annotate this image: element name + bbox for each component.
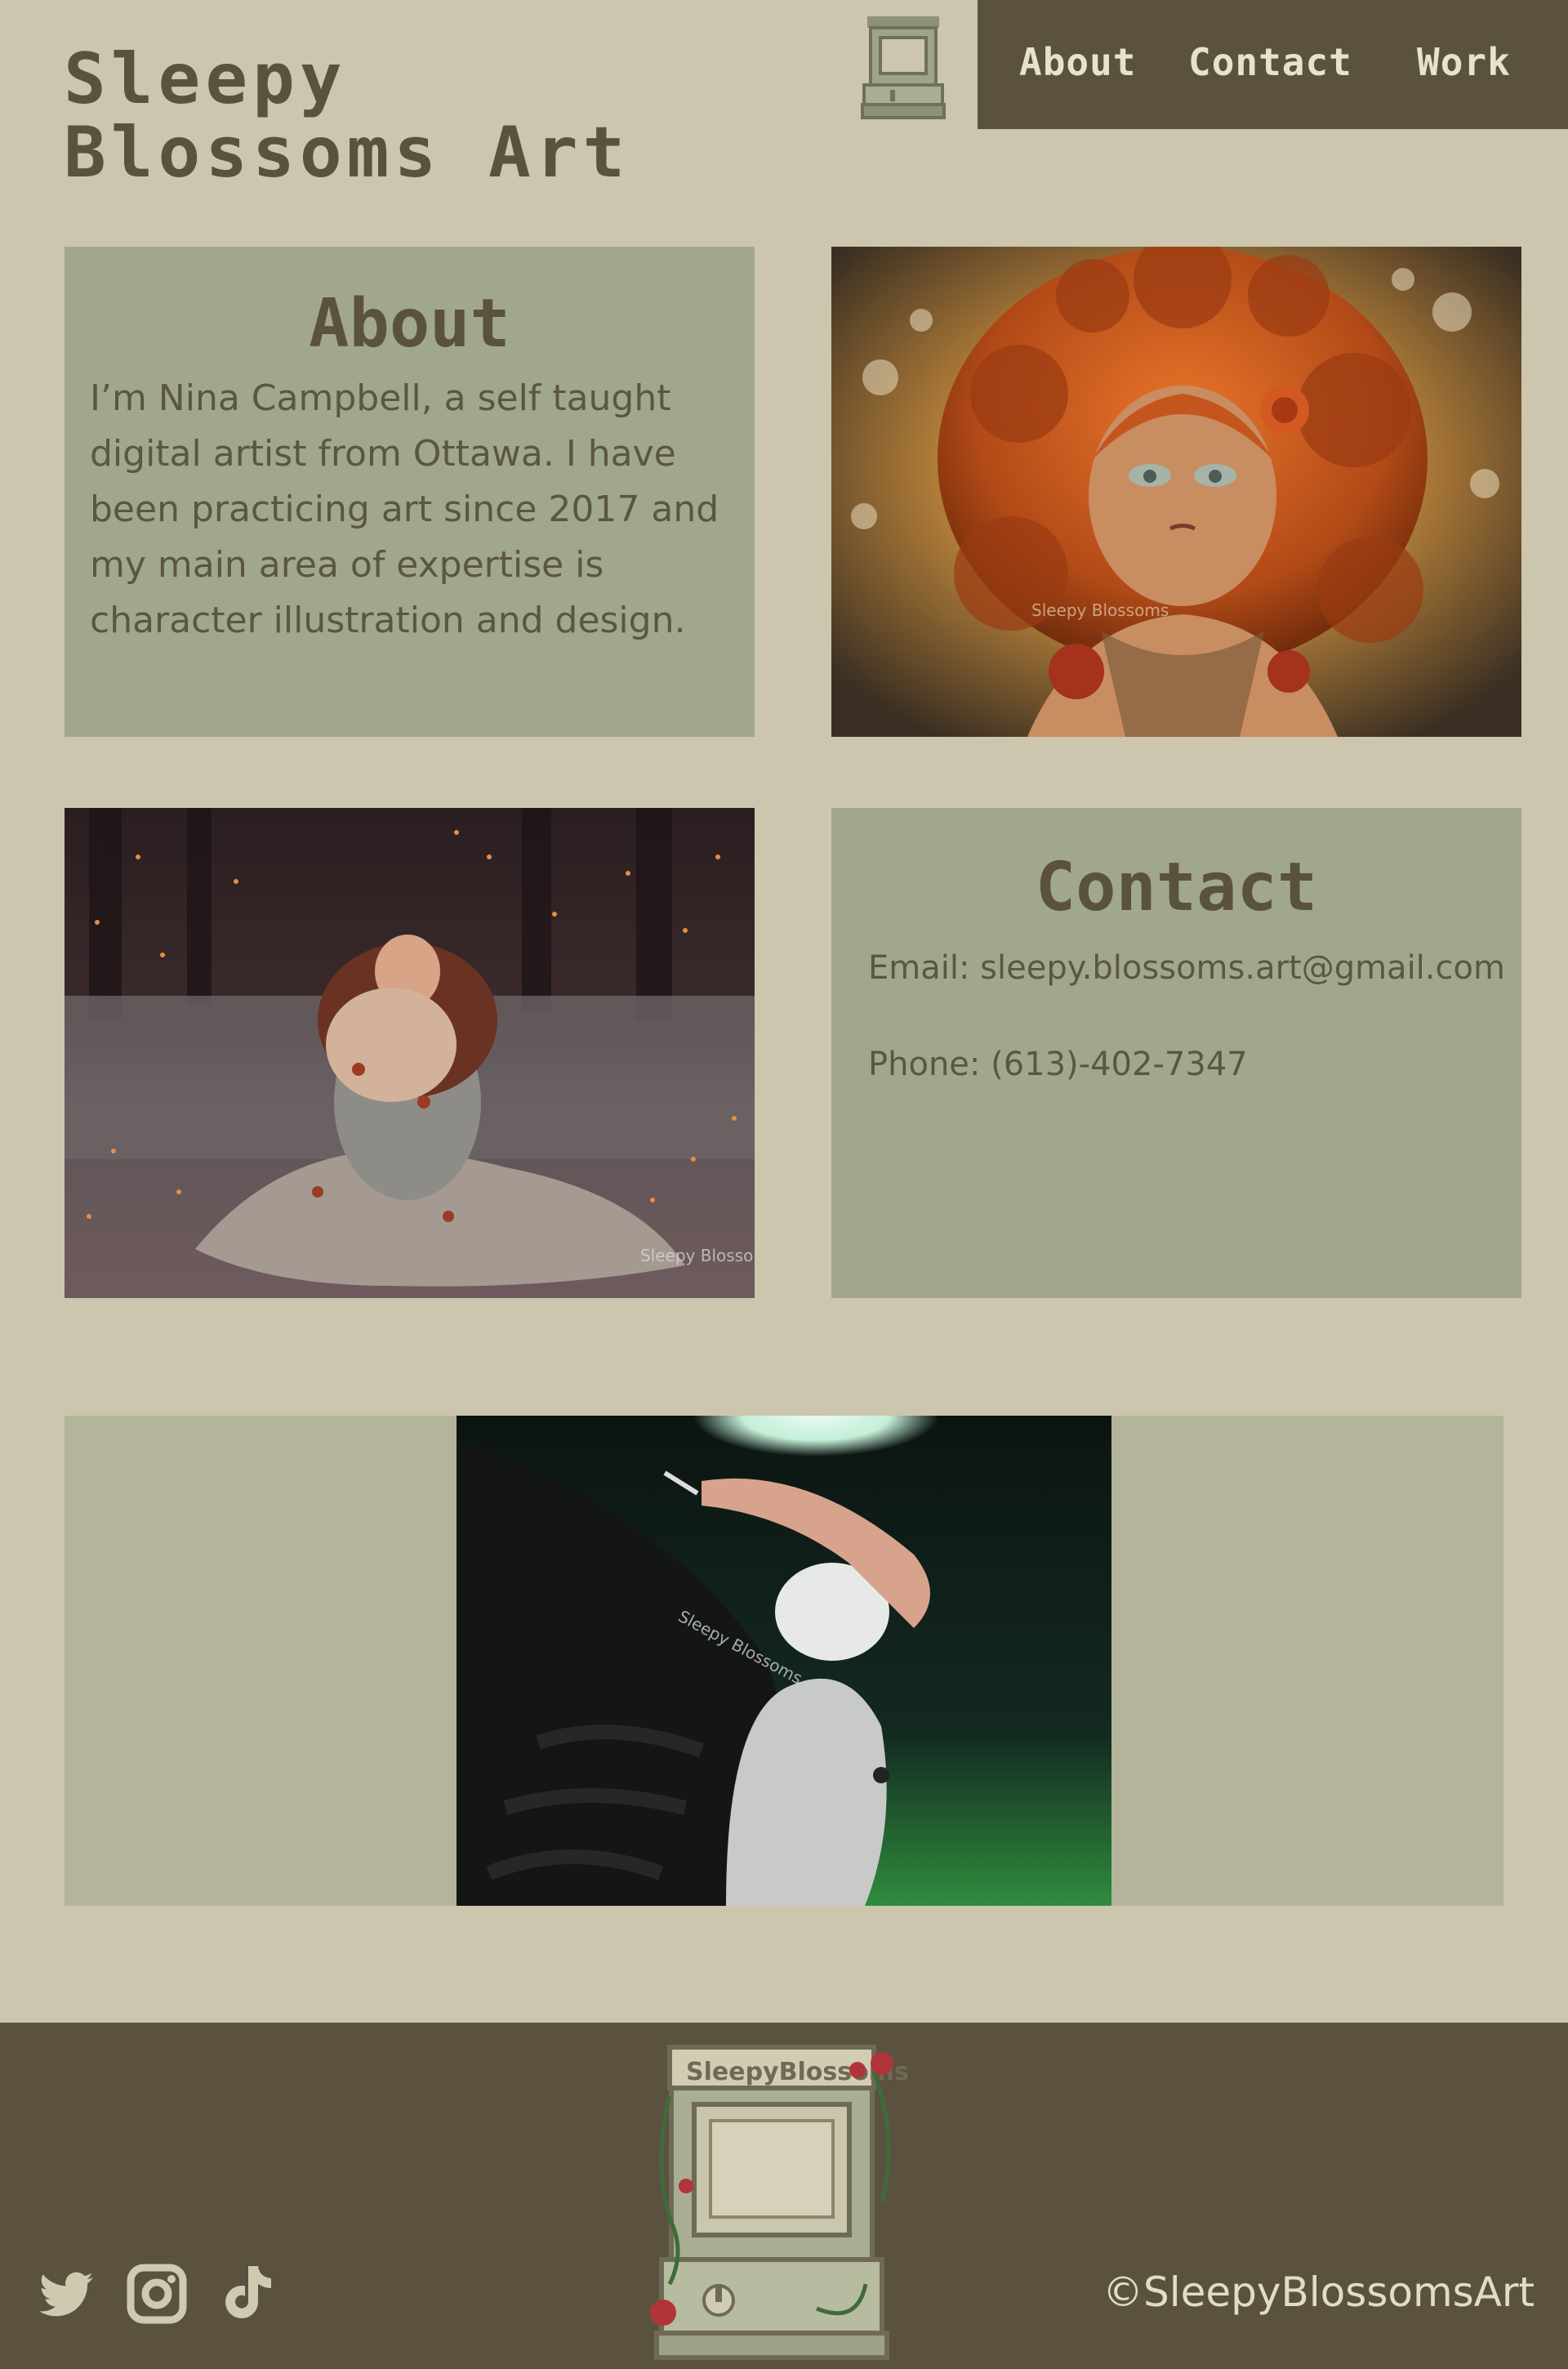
arcade-cabinet-icon [861,16,946,119]
copyright-text: ©SleepyBlossomsArt [1102,2269,1535,2316]
about-text: I’m Nina Campbell, a self taught digital… [90,377,719,641]
main-nav: About Contact Work [978,0,1568,129]
contact-panel: Contact Email: sleepy.blossoms.art@gmail… [831,808,1521,1298]
artwork-fire-portrait: Sleepy Blossoms [831,247,1521,737]
about-panel: About I’m Nina Campbell, a self taught d… [65,247,755,737]
site-title: Sleepy Blossoms Art [64,42,630,190]
contact-email[interactable]: Email: sleepy.blossoms.art@gmail.com [868,947,1505,989]
instagram-icon[interactable] [124,2261,189,2327]
artwork-forest-scene: Sleepy Blossoms [65,808,755,1298]
about-heading: About [309,285,510,363]
arcade-cabinet-logo: SleepyBlossoms [650,2045,909,2360]
tiktok-icon[interactable] [214,2261,279,2327]
contact-heading: Contact [1035,849,1318,926]
artwork-night-scene: Sleepy Blossoms [457,1416,1111,1906]
twitter-icon[interactable] [34,2261,100,2327]
artwork-watermark: Sleepy Blossoms [1031,600,1169,620]
nav-link-work[interactable]: Work [1417,38,1511,87]
contact-phone[interactable]: Phone: (613)-402-7347 [868,1043,1248,1086]
nav-link-contact[interactable]: Contact [1188,38,1352,87]
site-title-line2: Blossoms Art [64,112,630,194]
artwork-watermark: Sleepy Blossoms [640,1246,755,1265]
footer: SleepyBlossoms ©SleepyBlossomsArt [0,2023,1568,2369]
nav-link-about[interactable]: About [1019,38,1136,87]
site-title-line1: Sleepy [64,38,347,120]
